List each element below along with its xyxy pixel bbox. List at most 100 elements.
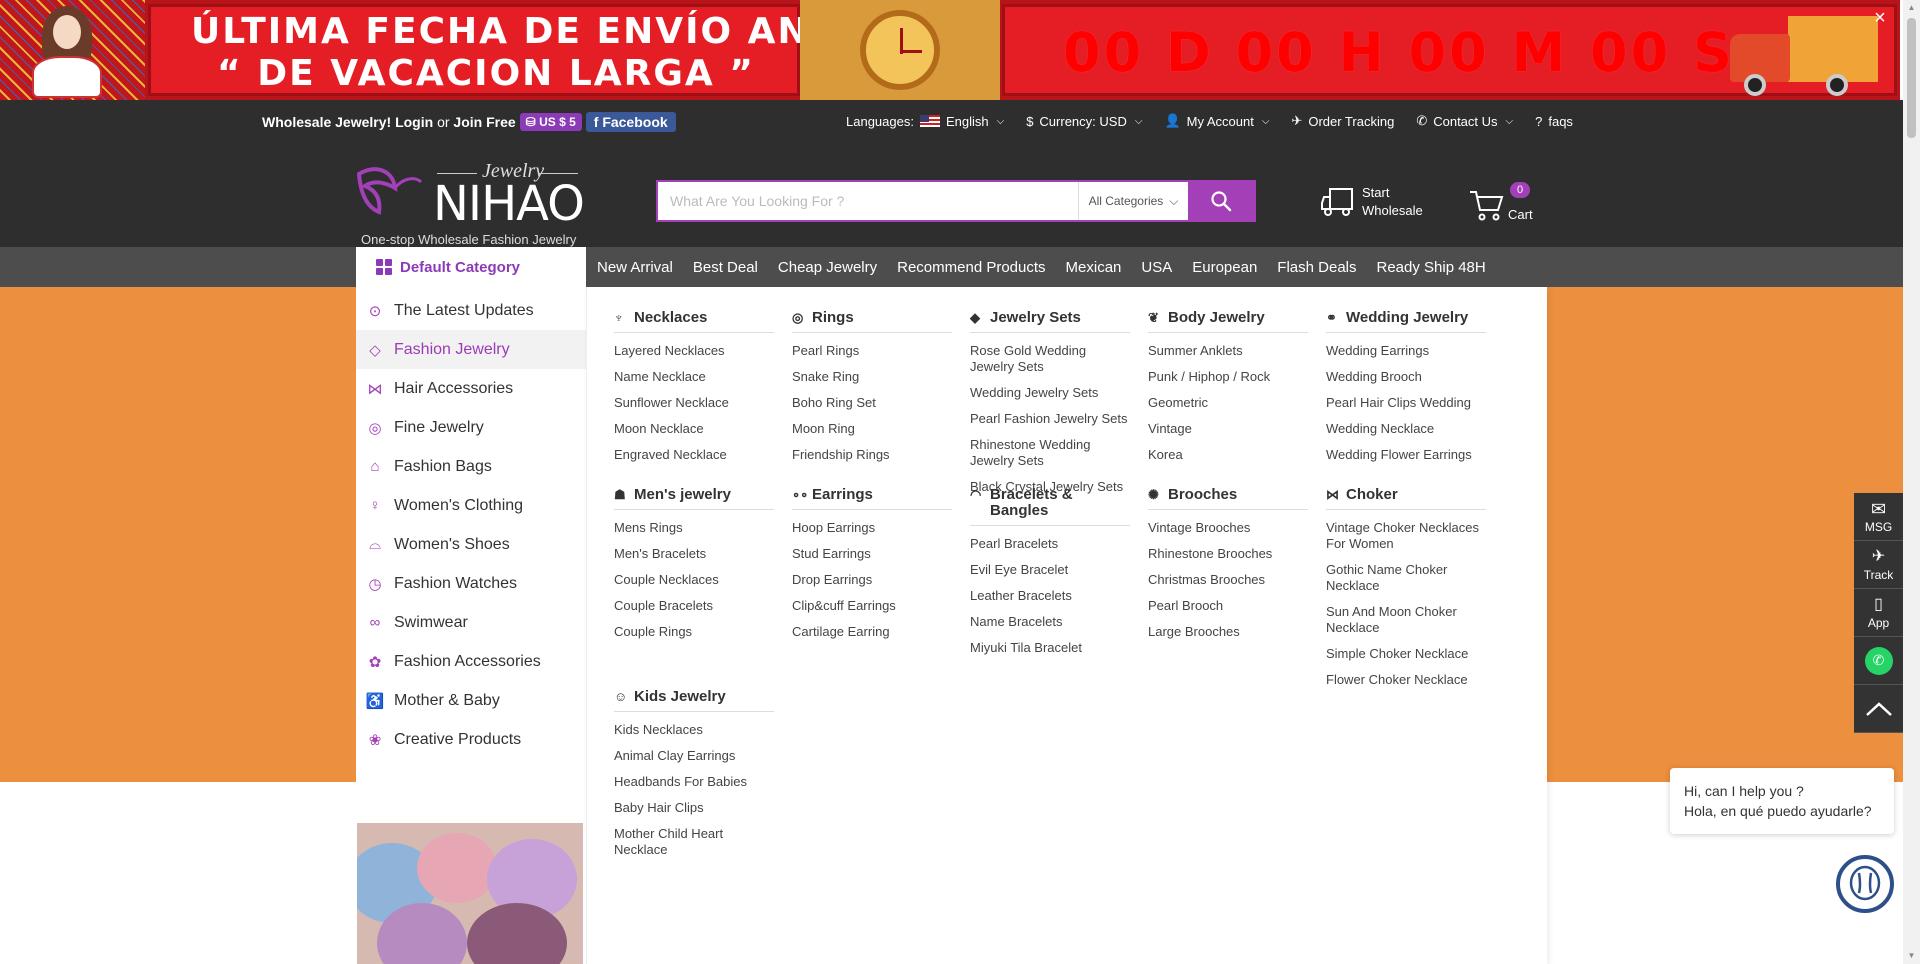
menu-link[interactable]: Leather Bracelets	[970, 588, 1130, 604]
menu-link[interactable]: Rhinestone Brooches	[1148, 546, 1308, 562]
chat-bubble[interactable]: Hi, can I help you ? Hola, en qué puedo …	[1670, 768, 1894, 834]
sidebar-item-fashion-accessories[interactable]: ✿ Fashion Accessories	[356, 642, 586, 681]
start-wholesale-link[interactable]: Start Wholesale	[1320, 184, 1423, 220]
sidebar-item-women-s-shoes[interactable]: ⌓ Women's Shoes	[356, 525, 586, 564]
sidebar-item-fashion-jewelry[interactable]: ◇ Fashion Jewelry	[356, 330, 586, 369]
nav-link-ready-ship-48h[interactable]: Ready Ship 48H	[1377, 259, 1486, 276]
track-button[interactable]: ✈ Track	[1854, 541, 1903, 589]
currency-selector[interactable]: $ Currency: USD ⌵	[1026, 113, 1142, 129]
scrollbar-thumb[interactable]	[1907, 18, 1916, 138]
menu-link[interactable]: Miyuki Tila Bracelet	[970, 640, 1130, 656]
language-selector[interactable]: Languages: English ⌵	[846, 113, 1004, 129]
menu-link[interactable]: Wedding Jewelry Sets	[970, 385, 1130, 401]
menu-link[interactable]: Couple Rings	[614, 624, 774, 640]
menu-link[interactable]: Cartilage Earring	[792, 624, 952, 640]
menu-heading[interactable]: ✺ Brooches	[1148, 487, 1308, 510]
nav-link-recommend-products[interactable]: Recommend Products	[897, 259, 1045, 276]
menu-link[interactable]: Headbands For Babies	[614, 774, 774, 790]
nav-link-mexican[interactable]: Mexican	[1066, 259, 1122, 276]
menu-link[interactable]: Men's Bracelets	[614, 546, 774, 562]
menu-heading[interactable]: ⋈ Choker	[1326, 487, 1486, 510]
menu-link[interactable]: Vintage	[1148, 421, 1308, 437]
menu-heading[interactable]: ❦ Body Jewelry	[1148, 310, 1308, 333]
menu-heading[interactable]: ♆ Necklaces	[614, 310, 774, 333]
menu-heading[interactable]: ◠ Bracelets & Bangles	[970, 487, 1130, 526]
app-button[interactable]: ▯ App	[1854, 589, 1903, 637]
menu-link[interactable]: Simple Choker Necklace	[1326, 646, 1486, 662]
message-button[interactable]: ✉ MSG	[1854, 493, 1903, 541]
menu-link[interactable]: Geometric	[1148, 395, 1308, 411]
menu-link[interactable]: Layered Necklaces	[614, 343, 774, 359]
site-logo[interactable]: Jewelry NIHAO One-stop Wholesale Fashion…	[355, 152, 590, 247]
menu-link[interactable]: Wedding Brooch	[1326, 369, 1486, 385]
menu-link[interactable]: Snake Ring	[792, 369, 952, 385]
my-account-menu[interactable]: 👤 My Account ⌵	[1164, 113, 1269, 129]
close-banner-button[interactable]: ×	[1870, 8, 1890, 28]
facebook-button[interactable]: f Facebook	[585, 112, 676, 132]
nav-link-european[interactable]: European	[1192, 259, 1257, 276]
menu-link[interactable]: Wedding Flower Earrings	[1326, 447, 1486, 463]
search-button[interactable]	[1188, 182, 1254, 220]
sidebar-item-creative-products[interactable]: ❀ Creative Products	[356, 720, 586, 759]
menu-link[interactable]: Moon Ring	[792, 421, 952, 437]
menu-link[interactable]: Stud Earrings	[792, 546, 952, 562]
faqs-link[interactable]: ? faqs	[1535, 113, 1573, 129]
menu-heading[interactable]: ∘∘ Earrings	[792, 487, 952, 510]
menu-heading[interactable]: ◎ Rings	[792, 310, 952, 333]
order-tracking-link[interactable]: ✈ Order Tracking	[1291, 113, 1394, 129]
menu-heading[interactable]: ◆ Jewelry Sets	[970, 310, 1130, 333]
menu-link[interactable]: Vintage Brooches	[1148, 520, 1308, 536]
join-free-link[interactable]: Join Free	[453, 114, 515, 130]
nav-link-new-arrival[interactable]: New Arrival	[597, 259, 673, 276]
menu-link[interactable]: Christmas Brooches	[1148, 572, 1308, 588]
scroll-down-arrow-icon[interactable]: ▼	[1903, 948, 1920, 964]
menu-link[interactable]: Friendship Rings	[792, 447, 952, 463]
sidebar-item-fashion-bags[interactable]: ⌂ Fashion Bags	[356, 447, 586, 486]
whatsapp-button[interactable]: ✆	[1854, 637, 1903, 685]
sidebar-item-hair-accessories[interactable]: ⋈ Hair Accessories	[356, 369, 586, 408]
menu-link[interactable]: Mother Child Heart Necklace	[614, 826, 774, 858]
menu-link[interactable]: Pearl Brooch	[1148, 598, 1308, 614]
menu-link[interactable]: Name Necklace	[614, 369, 774, 385]
menu-link[interactable]: Engraved Necklace	[614, 447, 774, 463]
menu-link[interactable]: Wedding Necklace	[1326, 421, 1486, 437]
menu-link[interactable]: Hoop Earrings	[792, 520, 952, 536]
menu-link[interactable]: Animal Clay Earrings	[614, 748, 774, 764]
menu-link[interactable]: Gothic Name Choker Necklace	[1326, 562, 1486, 594]
menu-link[interactable]: Korea	[1148, 447, 1308, 463]
menu-heading[interactable]: ⚭ Wedding Jewelry	[1326, 310, 1486, 333]
nav-link-usa[interactable]: USA	[1141, 259, 1172, 276]
menu-heading[interactable]: ☺ Kids Jewelry	[614, 689, 774, 712]
menu-link[interactable]: Large Brooches	[1148, 624, 1308, 640]
menu-link[interactable]: Rose Gold Wedding Jewelry Sets	[970, 343, 1130, 375]
menu-link[interactable]: Sunflower Necklace	[614, 395, 774, 411]
menu-link[interactable]: Couple Bracelets	[614, 598, 774, 614]
login-link[interactable]: Login	[395, 114, 433, 130]
menu-link[interactable]: Kids Necklaces	[614, 722, 774, 738]
menu-link[interactable]: Pearl Rings	[792, 343, 952, 359]
menu-link[interactable]: Boho Ring Set	[792, 395, 952, 411]
menu-link[interactable]: Name Bracelets	[970, 614, 1130, 630]
sidebar-item-the-latest-updates[interactable]: ⊙ The Latest Updates	[356, 291, 586, 330]
menu-link[interactable]: Couple Necklaces	[614, 572, 774, 588]
nav-link-flash-deals[interactable]: Flash Deals	[1277, 259, 1356, 276]
promo-banner[interactable]: ÚLTIMA FECHA DE ENVÍO ANTES “ DE VACACIO…	[0, 0, 1900, 100]
menu-link[interactable]: Vintage Choker Necklaces For Women	[1326, 520, 1486, 552]
menu-link[interactable]: Pearl Fashion Jewelry Sets	[970, 411, 1130, 427]
menu-link[interactable]: Rhinestone Wedding Jewelry Sets	[970, 437, 1130, 469]
contact-us-menu[interactable]: ✆ Contact Us ⌵	[1416, 113, 1513, 129]
menu-link[interactable]: Mens Rings	[614, 520, 774, 536]
menu-link[interactable]: Drop Earrings	[792, 572, 952, 588]
back-to-top-button[interactable]	[1854, 685, 1903, 733]
nav-link-best-deal[interactable]: Best Deal	[693, 259, 758, 276]
menu-link[interactable]: Wedding Earrings	[1326, 343, 1486, 359]
scroll-up-arrow-icon[interactable]: ▲	[1903, 0, 1920, 16]
sidebar-item-fine-jewelry[interactable]: ◎ Fine Jewelry	[356, 408, 586, 447]
sidebar-item-women-s-clothing[interactable]: ♀ Women's Clothing	[356, 486, 586, 525]
coupon-badge[interactable]: ⛁ US $ 5	[519, 113, 582, 131]
category-select[interactable]: All Categories ⌵	[1078, 182, 1188, 220]
menu-link[interactable]: Punk / Hiphop / Rock	[1148, 369, 1308, 385]
nav-link-cheap-jewelry[interactable]: Cheap Jewelry	[778, 259, 877, 276]
menu-link[interactable]: Pearl Hair Clips Wedding	[1326, 395, 1486, 411]
chatbot-avatar-button[interactable]	[1836, 855, 1894, 913]
